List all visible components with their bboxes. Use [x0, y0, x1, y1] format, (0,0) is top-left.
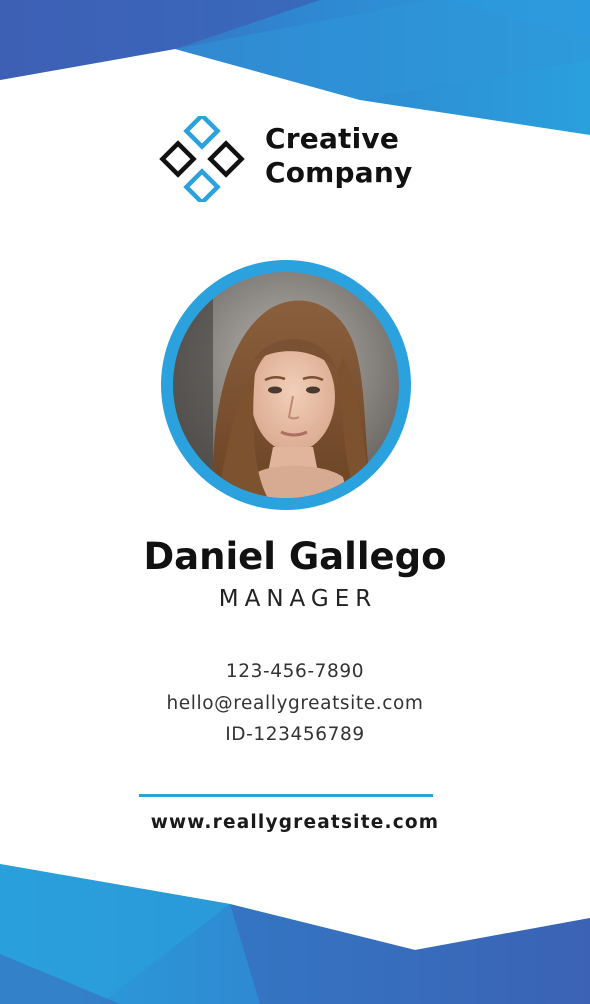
- person-name: Daniel Gallego: [143, 535, 447, 578]
- phone-number[interactable]: 123-456-7890: [0, 656, 590, 688]
- contact-info: 123-456-7890 hello@reallygreatsite.com I…: [0, 656, 590, 751]
- bottom-wave-band: [0, 864, 590, 1004]
- company-logo: Creative Company: [158, 116, 428, 202]
- job-title: MANAGER: [218, 586, 378, 612]
- email-address[interactable]: hello@reallygreatsite.com: [0, 688, 590, 720]
- company-name-line-1: Creative: [265, 122, 400, 155]
- divider-line: [139, 794, 433, 797]
- diamond-logo-icon: [159, 116, 245, 202]
- id-card: Creative Company Daniel Gallego MANAGER …: [0, 0, 590, 1004]
- profile-photo: [173, 272, 399, 498]
- website-link[interactable]: www.reallygreatsite.com: [0, 808, 590, 838]
- company-name: Creative Company: [265, 122, 412, 190]
- profile-photo-frame: [161, 260, 411, 510]
- company-name-line-2: Company: [265, 156, 413, 189]
- employee-id: ID-123456789: [225, 724, 365, 745]
